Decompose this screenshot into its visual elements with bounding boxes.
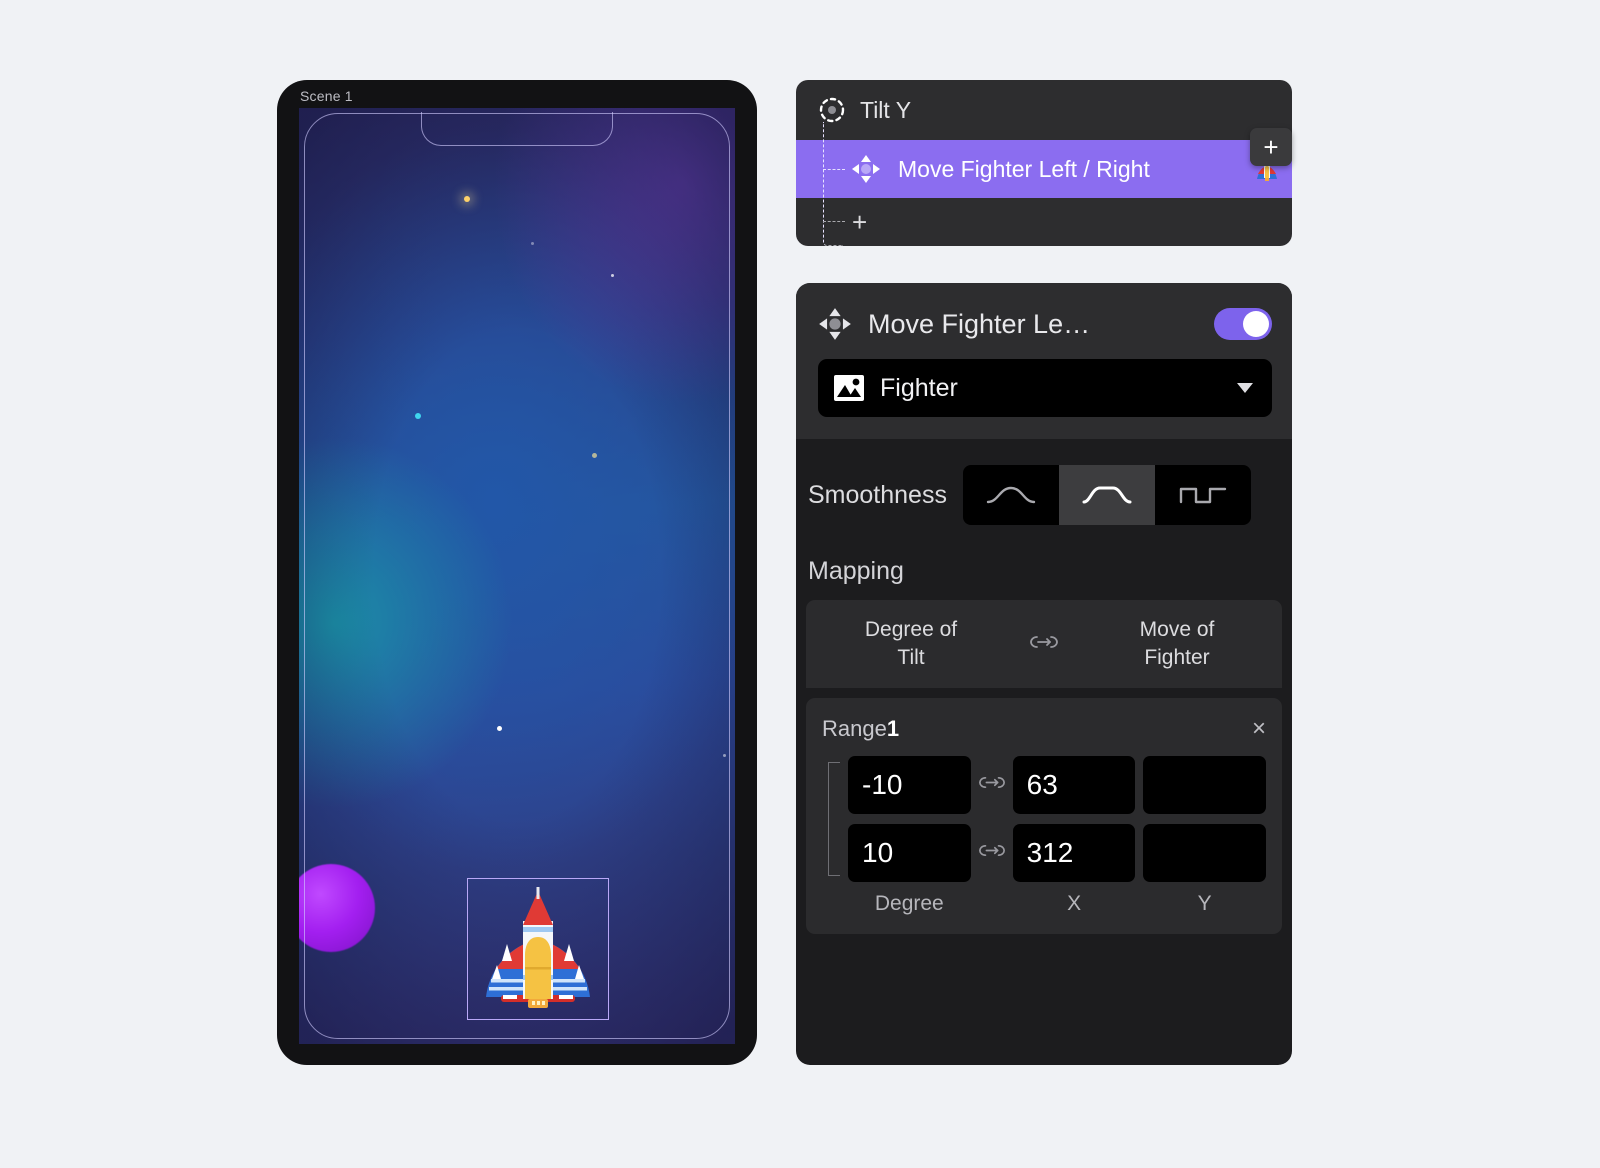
tree-panel-header: Tilt Y — [796, 80, 1292, 140]
link-arrow-icon — [978, 844, 1005, 857]
mapping-header: Degree of Tilt Move of Fighter — [806, 600, 1282, 688]
mapping-target-line1: Move of — [1139, 617, 1215, 641]
star-icon — [415, 413, 421, 419]
star-icon — [723, 754, 726, 757]
star-icon — [464, 196, 470, 202]
range-card: Range1 × -10 63 10 312 Degree X Y — [806, 698, 1282, 934]
target-object-value: Fighter — [880, 373, 958, 402]
range-link-icon-wrap-0 — [971, 775, 1013, 795]
range-title-text: Range — [822, 716, 887, 741]
smoothness-label: Smoothness — [808, 480, 947, 509]
notch-outline — [421, 111, 613, 146]
range-row: -10 63 — [848, 756, 1267, 814]
smoothness-segmented-control[interactable] — [962, 465, 1251, 525]
tree-add-node-row[interactable]: + — [796, 198, 1292, 246]
sprite-selection-box[interactable] — [467, 878, 609, 1020]
range-label-y: Y — [1197, 892, 1212, 915]
tree-panel-title: Tilt Y — [860, 96, 912, 123]
range-degree-input-0[interactable]: -10 — [848, 756, 971, 814]
tree-branch-connector — [823, 221, 845, 222]
tree-body: Move Fighter Left / Right + — [796, 122, 1292, 246]
add-behavior-button[interactable]: + — [1250, 128, 1292, 166]
target-object-select[interactable]: Fighter — [818, 359, 1272, 417]
phone-preview-frame: Scene 1 — [277, 80, 757, 1065]
smoothness-option-step-curve[interactable] — [1155, 465, 1251, 525]
behavior-detail-panel: Move Fighter Le… Fighter Smoothness Mapp… — [796, 283, 1292, 1065]
range-column-labels: Degree X Y — [822, 892, 1266, 916]
range-degree-input-1[interactable]: 10 — [848, 824, 971, 882]
star-icon — [611, 274, 614, 277]
range-link-icon-wrap-1 — [971, 843, 1013, 863]
tilt-sensor-icon — [819, 97, 845, 123]
tree-node-move-fighter[interactable]: Move Fighter Left / Right — [796, 122, 1292, 246]
range-y-input-0[interactable] — [1143, 756, 1267, 814]
detail-header: Move Fighter Le… Fighter — [796, 283, 1292, 439]
tree-node-label: Move Fighter Left / Right — [898, 155, 1150, 182]
scene-label: Scene 1 — [300, 88, 353, 104]
behavior-enable-toggle[interactable] — [1214, 308, 1272, 340]
range-x-input-1[interactable]: 312 — [1012, 824, 1136, 882]
range-close-button[interactable]: × — [1252, 717, 1266, 741]
range-card-header: Range1 × — [822, 716, 1266, 742]
toggle-knob — [1243, 311, 1269, 337]
smoothness-option-smooth-curve[interactable] — [963, 465, 1059, 525]
add-node-plus-label: + — [852, 207, 868, 237]
star-icon — [531, 242, 534, 245]
chevron-down-icon — [1237, 383, 1253, 393]
range-label-degree: Degree — [874, 892, 944, 915]
smoothness-option-medium-curve[interactable] — [1058, 465, 1155, 525]
range-y-input-1[interactable] — [1143, 824, 1267, 882]
mapping-target-column: Move of Fighter — [1072, 616, 1282, 673]
rocket-sprite-icon[interactable] — [479, 887, 597, 1011]
mapping-target-line2: Fighter — [1144, 646, 1210, 669]
move-arrows-icon — [852, 155, 880, 183]
step-curve-icon — [1179, 487, 1227, 504]
mapping-source-column: Degree of Tilt — [806, 616, 1016, 673]
smoothness-row: Smoothness — [796, 439, 1292, 525]
behavior-tree-panel: Tilt Y Move Fighter Left / Right + + — [796, 80, 1292, 246]
range-bracket — [828, 762, 840, 876]
tree-branch-connector — [823, 169, 845, 170]
star-icon — [592, 453, 597, 458]
range-x-input-0[interactable]: 63 — [1012, 756, 1136, 814]
range-row: 10 312 — [848, 824, 1267, 882]
medium-curve-icon — [1082, 486, 1132, 504]
mapping-section-label: Mapping — [808, 557, 904, 585]
mapping-source-line1: Degree of — [864, 617, 958, 641]
range-title-index: 1 — [886, 716, 900, 741]
move-arrows-icon — [819, 308, 851, 340]
mapping-link-icon-wrap — [1016, 634, 1072, 655]
range-title: Range1 — [822, 716, 899, 742]
range-label-gap — [971, 892, 1013, 916]
range-label-x: X — [1067, 892, 1082, 915]
link-arrow-icon — [1030, 635, 1058, 648]
link-arrow-icon — [978, 776, 1005, 789]
plus-icon: + — [1263, 132, 1279, 162]
smooth-curve-icon — [986, 486, 1036, 504]
star-icon — [497, 726, 502, 731]
range-grid: -10 63 10 312 — [822, 756, 1267, 882]
detail-title: Move Fighter Le… — [868, 308, 1091, 339]
mapping-source-line2: Tilt — [897, 646, 925, 669]
image-icon — [834, 375, 864, 401]
phone-screen[interactable] — [299, 108, 735, 1044]
